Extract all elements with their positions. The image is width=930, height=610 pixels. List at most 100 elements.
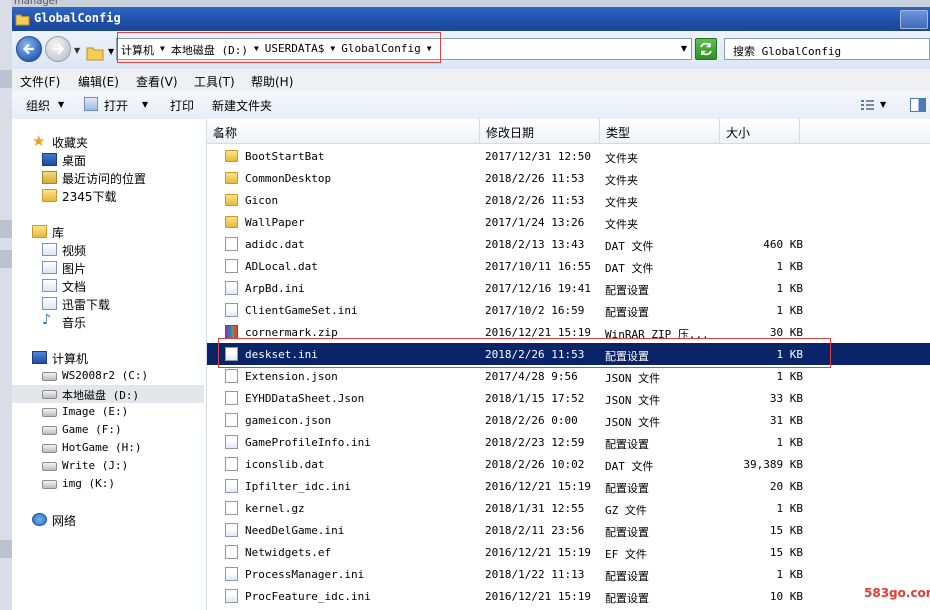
address-dropdown-icon[interactable]: ▼ <box>681 44 687 53</box>
file-row[interactable]: Netwidgets.ef 2016/12/21 15:19 EF 文件 15 KB <box>207 541 930 563</box>
file-row[interactable]: CommonDesktop 2018/2/26 11:53 文件夹 <box>207 167 930 189</box>
search-box[interactable]: 搜索 GlobalConfig <box>724 38 930 60</box>
nav-music[interactable]: ♪ 音乐 <box>42 312 204 331</box>
history-dropdown-icon[interactable]: ▼ <box>74 46 80 55</box>
view-options-icon[interactable] <box>860 98 876 112</box>
libraries-icon <box>32 225 47 238</box>
explorer-window: GlobalConfig ▼ ▼ 计算机 ▼ 本地磁盘 (D:) ▼ USERD… <box>12 7 930 610</box>
config-icon <box>225 567 238 581</box>
file-row[interactable]: adidc.dat 2018/2/13 13:43 DAT 文件 460 KB <box>207 233 930 255</box>
menu-edit[interactable]: 编辑(E) <box>78 73 119 90</box>
menu-tools[interactable]: 工具(T) <box>194 73 235 90</box>
print-button[interactable]: 打印 <box>170 97 194 114</box>
forward-button[interactable] <box>45 36 71 62</box>
document-icon <box>225 391 238 405</box>
file-row[interactable]: ProcFeature_idc.ini 2016/12/21 15:19 配置设置 1… <box>207 585 930 607</box>
nav-drive-e[interactable]: Image (E:) <box>42 403 204 421</box>
nav-videos-label: 视频 <box>62 244 87 258</box>
preview-pane-icon[interactable] <box>910 98 926 112</box>
file-row[interactable]: Gicon 2018/2/26 11:53 文件夹 <box>207 189 930 211</box>
chevron-down-icon[interactable]: ▼ <box>58 100 64 109</box>
music-icon: ♪ <box>42 312 51 328</box>
file-row[interactable]: GameProfileInfo.ini 2018/2/23 12:59 配置设置 1 … <box>207 431 930 453</box>
file-type: GZ 文件 <box>605 504 647 517</box>
file-type: 文件夹 <box>605 218 638 231</box>
organize-button[interactable]: 组织 <box>26 97 50 114</box>
file-type: 配置设置 <box>605 482 649 495</box>
nav-computer[interactable]: 计算机 <box>32 349 204 367</box>
nav-xunlei[interactable]: 迅雷下载 <box>42 295 204 313</box>
column-type[interactable]: 类型 <box>600 119 720 143</box>
file-name: NeedDelGame.ini <box>245 524 345 537</box>
file-row[interactable]: ClientGameSet.ini 2017/10/2 16:59 配置设置 1 KB <box>207 299 930 321</box>
menu-view[interactable]: 查看(V) <box>136 73 178 90</box>
back-button[interactable] <box>16 36 42 62</box>
file-type: JSON 文件 <box>605 394 661 407</box>
nav-favorites[interactable]: ★ 收藏夹 <box>32 132 204 151</box>
nav-videos[interactable]: 视频 <box>42 241 204 259</box>
file-type: 配置设置 <box>605 570 649 583</box>
nav-music-label: 音乐 <box>62 316 87 330</box>
title-bar[interactable]: GlobalConfig <box>12 7 930 31</box>
column-size[interactable]: 大小 <box>720 119 800 143</box>
file-date: 2017/1/24 13:26 <box>485 216 585 229</box>
drive-icon <box>42 372 57 381</box>
file-row[interactable]: NeedDelGame.ini 2018/2/11 23:56 配置设置 15 KB <box>207 519 930 541</box>
nav-drive-f[interactable]: Game (F:) <box>42 421 204 439</box>
file-size: 15 KB <box>769 524 803 537</box>
file-row[interactable]: ProcessManager.ini 2018/1/22 11:13 配置设置 1 K… <box>207 563 930 585</box>
nav-2345-downloads[interactable]: 2345下载 <box>42 187 204 205</box>
file-date: 2018/2/13 13:43 <box>485 238 585 251</box>
nav-network[interactable]: 网络 <box>32 511 204 529</box>
file-row[interactable]: BootStartBat 2017/12/31 12:50 文件夹 <box>207 145 930 167</box>
search-input[interactable]: 搜索 GlobalConfig <box>733 43 841 59</box>
nav-libraries[interactable]: 库 <box>32 223 204 241</box>
file-size: 20 KB <box>769 480 803 493</box>
config-icon <box>225 281 238 295</box>
chevron-down-icon[interactable]: ▼ <box>142 100 148 109</box>
file-name: ArpBd.ini <box>245 282 305 295</box>
refresh-button[interactable] <box>695 38 717 60</box>
document-icon <box>225 369 238 383</box>
window-title: GlobalConfig <box>34 11 121 25</box>
file-row[interactable]: WallPaper 2017/1/24 13:26 文件夹 <box>207 211 930 233</box>
file-name: ADLocal.dat <box>245 260 318 273</box>
chevron-down-icon[interactable]: ▼ <box>880 100 886 109</box>
file-type: 配置设置 <box>605 284 649 297</box>
nav-pictures[interactable]: 图片 <box>42 259 204 277</box>
file-date: 2016/12/21 15:19 <box>485 480 591 493</box>
menu-help[interactable]: 帮助(H) <box>251 73 293 90</box>
file-row[interactable]: Ipfilter_idc.ini 2016/12/21 15:19 配置设置 20 K… <box>207 475 930 497</box>
menu-file[interactable]: 文件(F) <box>20 73 60 90</box>
file-row[interactable]: iconslib.dat 2018/2/26 10:02 DAT 文件 39,389 … <box>207 453 930 475</box>
file-row[interactable]: ArpBd.ini 2017/12/16 19:41 配置设置 1 KB <box>207 277 930 299</box>
drive-icon <box>42 426 57 435</box>
new-folder-button[interactable]: 新建文件夹 <box>212 97 272 114</box>
file-size: 1 KB <box>776 502 804 515</box>
nav-documents[interactable]: 文档 <box>42 277 204 295</box>
nav-desktop[interactable]: 桌面 <box>42 151 204 169</box>
file-row[interactable]: Extension.json 2017/4/28 9:56 JSON 文件 1 KB <box>207 365 930 387</box>
nav-drive-j[interactable]: Write (J:) <box>42 457 204 475</box>
nav-drive-c[interactable]: WS2008r2 (C:) <box>42 367 204 385</box>
background-left-edge <box>0 0 12 610</box>
nav-drive-f-label: Game (F:) <box>62 423 122 436</box>
file-name: Gicon <box>245 194 279 207</box>
file-row[interactable]: ADLocal.dat 2017/10/11 16:55 DAT 文件 1 KB <box>207 255 930 277</box>
column-name[interactable]: 名称 ▲ <box>207 119 480 143</box>
chevron-down-icon[interactable]: ▼ <box>108 47 114 56</box>
file-row[interactable]: kernel.gz 2018/1/31 12:55 GZ 文件 1 KB <box>207 497 930 519</box>
nav-drive-h-label: HotGame (H:) <box>62 441 142 454</box>
file-date: 2017/10/11 16:55 <box>485 260 591 273</box>
nav-drive-d[interactable]: 本地磁盘 (D:) <box>12 385 204 403</box>
nav-drive-k[interactable]: img (K:) <box>42 475 204 493</box>
open-button[interactable]: 打开 <box>104 97 128 114</box>
column-date[interactable]: 修改日期 <box>480 119 600 143</box>
nav-drive-h[interactable]: HotGame (H:) <box>42 439 204 457</box>
nav-recent[interactable]: 最近访问的位置 <box>42 169 204 187</box>
file-row[interactable]: gameicon.json 2018/2/26 0:00 JSON 文件 31 KB <box>207 409 930 431</box>
file-row[interactable]: EYHDDataSheet.Json 2018/1/15 17:52 JSON 文件… <box>207 387 930 409</box>
minimize-button[interactable] <box>900 10 928 29</box>
file-date: 2017/10/2 16:59 <box>485 304 585 317</box>
file-size: 31 KB <box>769 414 803 427</box>
